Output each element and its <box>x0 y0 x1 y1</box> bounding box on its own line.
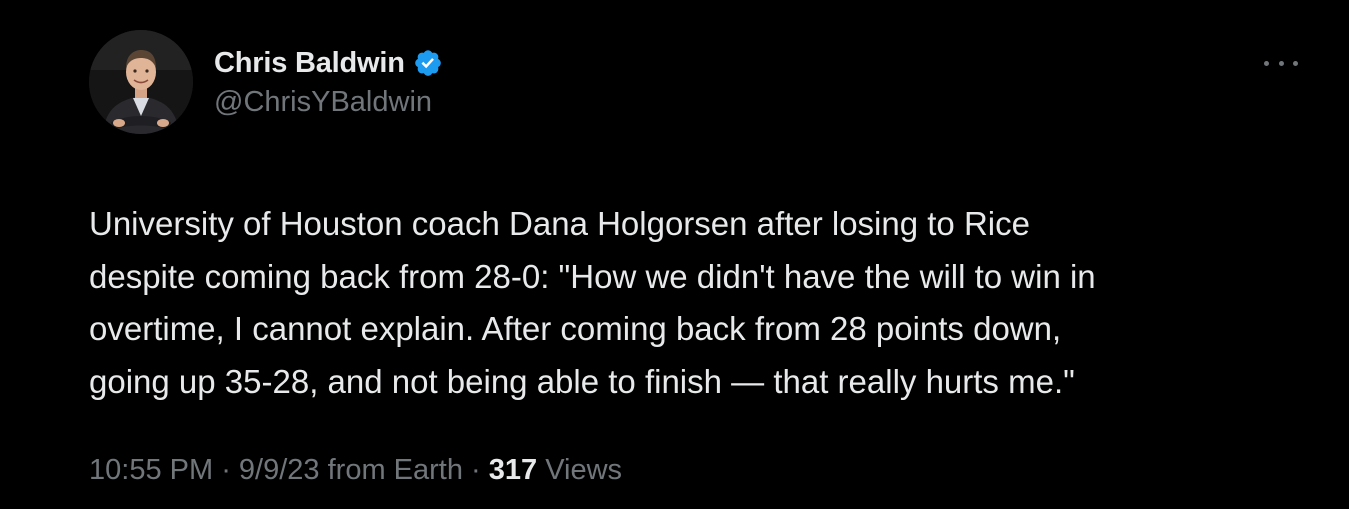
tweet-meta: 10:55 PM · 9/9/23 from Earth · 317 Views <box>89 454 622 487</box>
meta-separator: · <box>463 454 489 486</box>
tweet-card: Chris Baldwin @ChrisYBaldwin University … <box>0 0 1349 509</box>
meta-separator: · <box>213 454 239 486</box>
avatar[interactable] <box>89 30 193 134</box>
more-horizontal-icon <box>1278 60 1284 66</box>
tweet-time: 10:55 PM <box>89 454 214 486</box>
views-label: Views <box>537 454 623 486</box>
more-horizontal-icon <box>1264 60 1269 66</box>
profile-photo <box>89 30 193 134</box>
more-horizontal-icon <box>1293 60 1298 66</box>
views-count: 317 <box>488 454 538 486</box>
tweet-source: from Earth <box>319 454 463 486</box>
more-options-button[interactable] <box>1264 50 1298 76</box>
tweet-time-link[interactable]: 10:55 PM · 9/9/23 <box>89 454 320 486</box>
author-name-row: Chris Baldwin <box>214 44 443 82</box>
tweet-date: 9/9/23 <box>238 454 320 486</box>
tweet-text: University of Houston coach Dana Holgors… <box>89 205 1096 400</box>
verified-badge-icon[interactable] <box>413 48 443 78</box>
author-handle[interactable]: @ChrisYBaldwin <box>214 86 432 119</box>
display-name[interactable]: Chris Baldwin <box>214 47 405 80</box>
